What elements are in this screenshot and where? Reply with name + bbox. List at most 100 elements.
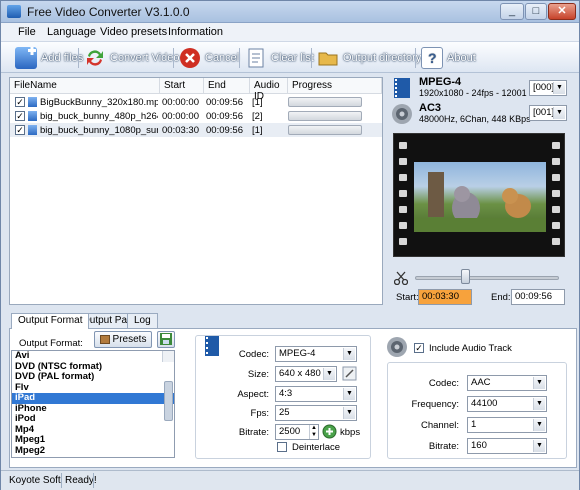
about-button[interactable]: ? About [421,45,476,70]
row-checkbox[interactable]: ✓ [15,125,25,135]
list-item[interactable]: DVD (PAL format) [12,371,174,383]
convert-icon [84,47,106,69]
edit-size-icon[interactable] [342,366,357,381]
chevron-down-icon: ▼ [533,419,545,431]
clear-list-button[interactable]: Clear list [245,45,314,70]
include-audio-checkbox[interactable]: ✓ [414,343,424,353]
chevron-down-icon: ▼ [553,82,565,94]
title-bar[interactable]: Free Video Converter V3.1.0.0 _ □ ✕ [1,1,579,23]
maximize-button[interactable]: □ [525,3,547,20]
menu-file[interactable]: File [18,26,36,38]
audio-bitrate-select[interactable]: 160 ▼ [467,438,547,454]
window-title: Free Video Converter V3.1.0.0 [27,5,190,19]
audio-bitrate-label: Bitrate: [428,441,459,452]
aspect-select[interactable]: 4:3 ▼ [275,386,357,402]
end-time-field[interactable]: 00:09:56 [511,289,565,305]
chevron-down-icon: ▼ [343,407,355,419]
file-audio-id: [1] [252,97,263,108]
list-item[interactable]: Mpeg1 [12,434,174,446]
svg-text:?: ? [428,50,437,66]
video-stream-select[interactable]: [000] ▼ [529,80,567,96]
column-header-start[interactable]: Start [160,78,204,94]
file-row[interactable]: ✓ big_buck_bunny_1080p_surr... 00:03:30 … [10,123,382,137]
presets-button[interactable]: Presets [94,331,152,348]
speaker-icon [392,104,412,124]
output-directory-button[interactable]: Output directory [317,45,421,70]
convert-video-button[interactable]: Convert Video [84,45,180,70]
list-item[interactable]: iPhone [12,403,174,415]
start-time-field[interactable]: 00:03:30 [418,289,472,305]
save-preset-button[interactable] [157,331,175,348]
file-list[interactable]: FileName Start End Audio ID Progress ✓ B… [9,77,383,305]
cancel-icon [179,47,201,69]
output-format-list[interactable]: Avi DVD (NTSC format) DVD (PAL format) F… [11,350,175,458]
help-icon: ? [421,46,443,69]
menu-language[interactable]: Language [47,26,96,38]
bitrate-spinner[interactable]: ▲ ▼ [309,425,318,439]
start-label: Start: [396,292,419,303]
minimize-button[interactable]: _ [500,3,524,20]
audio-codec-select[interactable]: AAC ▼ [467,375,547,391]
file-row[interactable]: ✓ BigBuckBunny_320x180.mp4 00:00:00 00:0… [10,95,382,109]
list-item[interactable]: Avi [12,350,174,362]
bitrate-unit: kbps [340,427,361,438]
chevron-down-icon: ▼ [343,388,355,400]
column-header-end[interactable]: End [204,78,250,94]
video-details: 1920x1080 - 24fps - 12001 KB [419,88,542,98]
trim-slider-track[interactable] [415,276,559,280]
trim-slider-thumb[interactable] [461,269,471,284]
folder-icon [317,47,339,69]
list-item[interactable]: iPod [12,413,174,425]
output-format-label: Output Format: [19,338,83,349]
size-label: Size: [247,369,269,380]
chevron-down-icon: ▼ [533,377,545,389]
column-header-filename[interactable]: FileName [10,78,160,94]
include-audio-label: Include Audio Track [429,343,512,354]
row-checkbox[interactable]: ✓ [15,111,25,121]
deinterlace-checkbox[interactable] [277,442,287,452]
file-name: BigBuckBunny_320x180.mp4 [40,97,158,108]
toolbar-separator [173,48,174,68]
list-item[interactable]: Flv [12,382,174,394]
presets-icon [99,335,110,344]
list-item-selected[interactable]: iPad [12,392,174,404]
file-audio-id: [1] [252,125,263,136]
frequency-label: Frequency: [411,399,459,410]
toolbar-separator [78,48,79,68]
scissors-icon[interactable] [394,271,408,285]
column-header-progress[interactable]: Progress [288,78,382,94]
video-codec-label: Codec: [238,349,269,360]
format-list-scrollbar[interactable] [162,351,174,421]
toolbar-separator [311,48,312,68]
channel-select[interactable]: 1 ▼ [467,417,547,433]
deinterlace-label: Deinterlace [292,442,341,453]
close-button[interactable]: ✕ [548,3,576,20]
cancel-button[interactable]: Cancel [179,45,239,70]
video-codec: MPEG-4 [419,76,462,88]
file-row[interactable]: ✓ big_buck_bunny_480p_h264.... 00:00:00 … [10,109,382,123]
file-start: 00:00:00 [162,111,199,122]
toolbar-separator [239,48,240,68]
status-divider [93,473,94,488]
size-select[interactable]: 640 x 480 ▼ [275,366,337,382]
speaker-icon [387,337,407,357]
status-message: Ready! [65,475,97,486]
video-codec-select[interactable]: MPEG-4 ▼ [275,346,357,362]
row-checkbox[interactable]: ✓ [15,97,25,107]
list-item[interactable]: Mpeg2 [12,445,174,457]
add-bitrate-icon[interactable] [322,424,337,439]
audio-details: 48000Hz, 6Chan, 448 KBps [419,114,531,124]
menu-information[interactable]: Information [168,26,223,38]
frequency-select[interactable]: 44100 ▼ [467,396,547,412]
video-file-icon [28,97,37,107]
add-files-button[interactable]: Add files [15,45,83,70]
column-header-audio-id[interactable]: Audio ID [250,78,288,102]
save-icon [160,333,172,345]
clear-list-icon [245,47,267,69]
tab-log[interactable]: Log [127,313,158,328]
audio-stream-select[interactable]: [001] ▼ [529,105,567,121]
fps-select[interactable]: 25 ▼ [275,405,357,421]
tab-output-format[interactable]: Output Format [11,313,90,329]
menu-video-presets[interactable]: Video presets [100,26,167,38]
file-end: 00:09:56 [206,111,243,122]
